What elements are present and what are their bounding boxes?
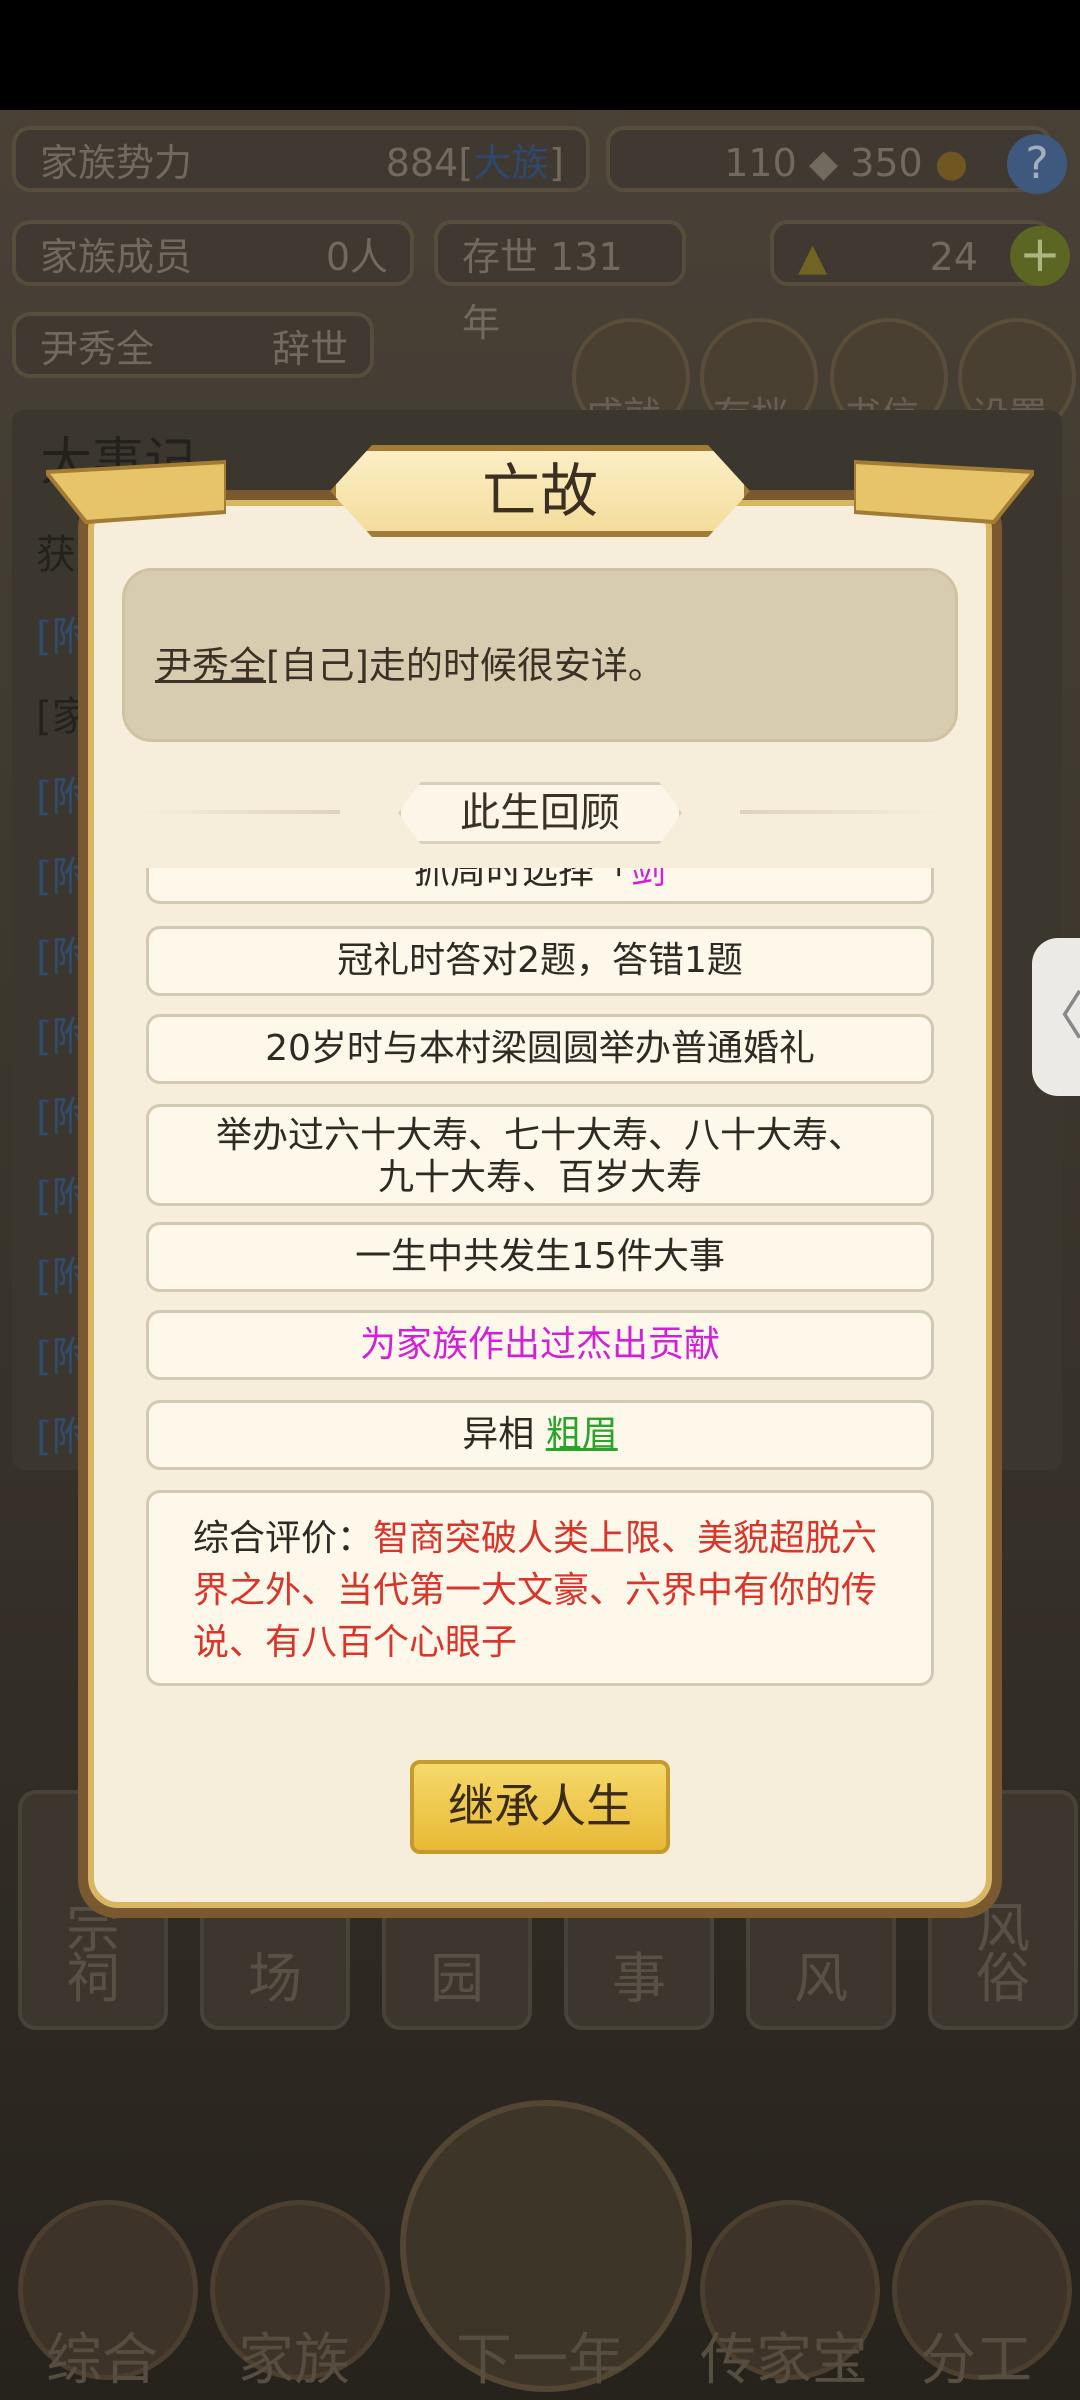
list-item: 异相 粗眉 (146, 1400, 934, 1470)
side-drawer-tab[interactable]: 〈 (1032, 938, 1080, 1096)
list-item: 一生中共发生15件大事 (146, 1222, 934, 1292)
notice-text: [自己]走的时候很安详。 (266, 644, 665, 687)
list-item: 冠礼时答对2题，答错1题 (146, 926, 934, 996)
section-divider-right (740, 810, 940, 814)
list-item: 举办过六十大寿、七十大寿、八十大寿、 九十大寿、百岁大寿 (146, 1104, 934, 1206)
trait-label: 异相 (462, 1414, 535, 1455)
list-item-text: 抓周时选择「 (413, 868, 630, 892)
life-review-title: 此生回顾 (398, 782, 682, 844)
inherit-life-button[interactable]: 继承人生 (410, 1760, 670, 1854)
list-item: 20岁时与本村梁圆圆举办普通婚礼 (146, 1014, 934, 1084)
list-item-text: 为家族作出过杰出贡献 (359, 1324, 720, 1365)
evaluation-card: 综合评价：智商突破人类上限、美貌超脱六界之外、当代第一大文豪、六界中有你的传说、… (146, 1490, 934, 1686)
list-item-text: 九十大寿、百岁大寿 (377, 1157, 702, 1198)
list-item-text: 冠礼时答对2题，答错1题 (337, 940, 743, 981)
list-item: 抓周时选择「剑 (146, 868, 934, 904)
deceased-name-link[interactable]: 尹秀全 (155, 644, 266, 687)
list-item: 为家族作出过杰出贡献 (146, 1310, 934, 1380)
section-divider-left (140, 810, 340, 814)
list-item-text: 一生中共发生15件大事 (355, 1236, 725, 1277)
life-review-list[interactable]: 抓周时选择「剑 冠礼时答对2题，答错1题 20岁时与本村梁圆圆举办普通婚礼 举办… (146, 868, 934, 1688)
right-wing-ornament (854, 459, 1034, 525)
list-item-highlight: 剑 (630, 868, 667, 892)
trait-link[interactable]: 粗眉 (546, 1414, 618, 1455)
list-item-text: 举办过六十大寿、七十大寿、八十大寿、 (215, 1115, 864, 1156)
evaluation-label: 综合评价： (193, 1518, 374, 1559)
death-notice: 尹秀全[自己]走的时候很安详。 (122, 568, 958, 742)
left-wing-ornament (46, 459, 226, 525)
status-bar (0, 0, 1080, 110)
list-item-text: 20岁时与本村梁圆圆举办普通婚礼 (265, 1028, 815, 1069)
dialog-title: 亡故 (330, 445, 750, 537)
